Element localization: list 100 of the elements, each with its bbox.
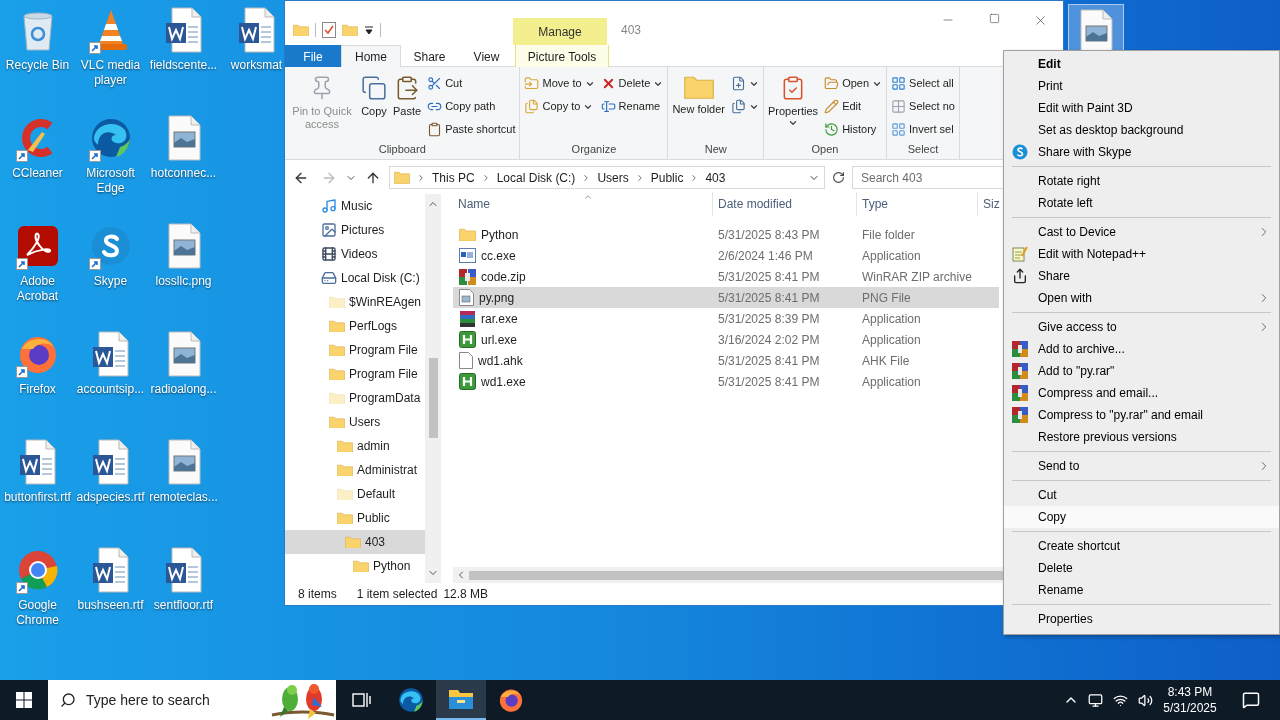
browser-icon bbox=[398, 687, 424, 713]
tree-item[interactable]: $WinREAgen bbox=[285, 290, 425, 314]
ribbon-button[interactable]: New folder bbox=[670, 71, 727, 116]
grid-icon bbox=[891, 76, 907, 91]
menu-item[interactable]: Share bbox=[1004, 265, 1279, 287]
menu-item[interactable]: Delete bbox=[1004, 557, 1279, 579]
file-row[interactable]: Python 5/31/2025 8:43 PM File folder bbox=[453, 224, 999, 245]
ribbon-button[interactable]: Open bbox=[822, 73, 885, 94]
menu-item[interactable]: Add to archive... bbox=[1004, 338, 1279, 360]
ribbon-button[interactable]: Invert sel bbox=[889, 119, 957, 140]
tree-item[interactable]: Local Disk (C:) bbox=[285, 266, 425, 290]
ribbon-button[interactable]: Edit bbox=[822, 96, 885, 117]
file-row[interactable]: url.exe 3/16/2024 2:02 PM Application bbox=[453, 329, 999, 350]
ribbon-tab[interactable]: File bbox=[285, 45, 341, 68]
file-row[interactable]: wd1.exe 5/31/2025 8:41 PM Application bbox=[453, 371, 999, 392]
menu-item[interactable]: Compress to "py.rar" and email bbox=[1004, 404, 1279, 426]
menu-item[interactable]: Send to bbox=[1004, 455, 1279, 477]
ribbon-button[interactable]: Paste shortcut bbox=[425, 119, 518, 140]
menu-item[interactable]: Print bbox=[1004, 75, 1279, 97]
ribbon-tab[interactable]: Home bbox=[341, 45, 401, 68]
refresh-icon[interactable] bbox=[832, 171, 845, 184]
breadcrumb[interactable]: Users bbox=[597, 168, 629, 187]
ribbon-button[interactable]: Paste bbox=[391, 71, 424, 118]
ribbon-button[interactable]: Copy bbox=[359, 71, 389, 118]
ribbon-button[interactable]: Select all bbox=[889, 73, 957, 94]
breadcrumb[interactable]: Public bbox=[650, 168, 684, 187]
column-header[interactable]: Name bbox=[453, 192, 713, 216]
menu-item[interactable]: Compress and email... bbox=[1004, 382, 1279, 404]
folder-icon bbox=[394, 171, 410, 184]
menu-item[interactable]: Set as desktop background bbox=[1004, 119, 1279, 141]
speaker-icon[interactable] bbox=[1138, 692, 1153, 708]
menu-item[interactable]: Open with bbox=[1004, 287, 1279, 309]
menu-item[interactable]: Copy bbox=[1004, 506, 1279, 528]
ribbon-button[interactable]: History bbox=[822, 119, 885, 140]
notification-icon[interactable] bbox=[1242, 691, 1260, 709]
ribbon-button[interactable]: Cut bbox=[425, 73, 518, 94]
column-header[interactable]: Type bbox=[857, 192, 978, 216]
menu-item[interactable]: Edit bbox=[1004, 53, 1279, 75]
history-icon bbox=[824, 122, 840, 137]
taskbar-app-button[interactable] bbox=[436, 680, 486, 720]
tree-item[interactable]: PerfLogs bbox=[285, 314, 425, 338]
ribbon-button[interactable]: Copy to bbox=[522, 96, 597, 117]
file-name: wd1.ahk bbox=[478, 352, 523, 370]
breadcrumb[interactable]: Local Disk (C:) bbox=[496, 168, 576, 187]
menu-item[interactable]: Cast to Device bbox=[1004, 221, 1279, 243]
date-cell-text: 5/31/2025 8:39 PM bbox=[717, 310, 821, 328]
menu-item[interactable]: Add to "py.rar" bbox=[1004, 360, 1279, 382]
menu-item[interactable]: Create shortcut bbox=[1004, 535, 1279, 557]
ribbon-tab[interactable]: Share bbox=[401, 45, 458, 68]
taskbar-search-box[interactable]: Type here to search bbox=[48, 680, 336, 720]
file-row[interactable]: rar.exe 5/31/2025 8:39 PM Application bbox=[453, 308, 999, 329]
menu-item[interactable]: Edit with Notepad++ bbox=[1004, 243, 1279, 265]
network-icon[interactable] bbox=[1113, 692, 1128, 708]
ribbon-button[interactable]: Delete bbox=[598, 73, 666, 94]
ribbon-button[interactable]: Properties bbox=[766, 71, 821, 128]
tree-item[interactable]: Program File bbox=[285, 362, 425, 386]
column-header[interactable]: Date modified bbox=[713, 192, 857, 216]
breadcrumb[interactable]: This PC bbox=[432, 168, 475, 187]
menu-item[interactable]: Restore previous versions bbox=[1004, 426, 1279, 448]
tree-item[interactable]: Public bbox=[285, 506, 425, 530]
file-row[interactable]: py.png 5/31/2025 8:41 PM PNG File bbox=[453, 287, 999, 308]
tree-item[interactable]: Music bbox=[285, 194, 425, 218]
breadcrumb[interactable]: 403 bbox=[705, 168, 726, 187]
tree-item[interactable]: Program File bbox=[285, 338, 425, 362]
tree-item[interactable]: Users bbox=[285, 410, 425, 434]
ribbon-tab[interactable]: View bbox=[458, 45, 515, 68]
scrollbar-thumb[interactable] bbox=[428, 358, 438, 438]
status-text: 1 item selected bbox=[356, 586, 438, 603]
file-row[interactable]: code.zip 5/31/2025 8:41 PM WinRAR ZIP archive bbox=[453, 266, 999, 287]
archive-icon bbox=[459, 268, 476, 285]
menu-item[interactable]: Edit with Paint 3D bbox=[1004, 97, 1279, 119]
ribbon-button[interactable]: Rename bbox=[598, 96, 666, 117]
address-bar[interactable]: This PC Local Disk (C:) Users Public 403 bbox=[389, 166, 825, 189]
monitor-icon[interactable] bbox=[1088, 692, 1103, 708]
tree-item[interactable]: Default bbox=[285, 482, 425, 506]
tree-item[interactable]: Videos bbox=[285, 242, 425, 266]
ribbon-tab[interactable]: Picture Tools bbox=[515, 45, 609, 68]
taskbar-search-field[interactable]: Type here to search bbox=[86, 689, 270, 711]
ribbon-button[interactable]: Select no bbox=[889, 96, 957, 117]
script-app-icon bbox=[459, 331, 476, 348]
clock[interactable]: 8:43 PM 5/31/2025 bbox=[1158, 684, 1222, 716]
book-stack-icon bbox=[459, 310, 476, 327]
menu-item[interactable]: Rename bbox=[1004, 579, 1279, 601]
ribbon-button[interactable]: Move to bbox=[522, 73, 597, 94]
tree-item[interactable]: Pictures bbox=[285, 218, 425, 242]
folder-icon bbox=[448, 688, 474, 710]
tree-item[interactable]: admin bbox=[285, 434, 425, 458]
menu-item[interactable]: Share with Skype bbox=[1004, 141, 1279, 163]
file-row[interactable]: wd1.ahk 5/31/2025 8:41 PM AHK File bbox=[453, 350, 999, 371]
ribbon-button[interactable]: Copy path bbox=[425, 96, 518, 117]
tree-item[interactable]: Administrat bbox=[285, 458, 425, 482]
contextual-tab-header: Manage bbox=[513, 18, 607, 45]
tree-item[interactable]: Python bbox=[285, 554, 425, 578]
ribbon-group-label: Organize bbox=[571, 141, 617, 157]
tree-item[interactable]: ProgramData bbox=[285, 386, 425, 410]
tree-item[interactable]: 403 bbox=[285, 530, 425, 554]
menu-item[interactable]: Properties bbox=[1004, 608, 1279, 630]
file-row[interactable]: cc.exe 2/6/2024 1:46 PM Application bbox=[453, 245, 999, 266]
menu-item[interactable]: Cut bbox=[1004, 484, 1279, 506]
menu-item[interactable]: Give access to bbox=[1004, 316, 1279, 338]
